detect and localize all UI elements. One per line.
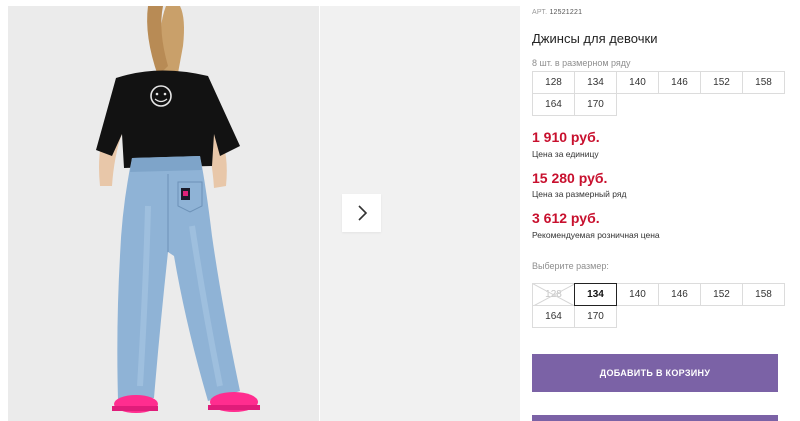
- size-row-table: 128 134 140 146 152 158 164 170: [532, 71, 785, 116]
- unit-price: 1 910 руб.: [532, 129, 600, 145]
- size-row-cell: 158: [742, 71, 785, 94]
- size-row-cell: 170: [574, 93, 617, 116]
- size-row-cell: 128: [532, 71, 575, 94]
- size-option-140[interactable]: 140: [616, 283, 659, 306]
- chevron-right-icon: [357, 205, 367, 221]
- size-selector: 128 134 140 146 152 158 164 170: [532, 283, 785, 328]
- retail-price: 3 612 руб.: [532, 210, 600, 226]
- size-option-146[interactable]: 146: [658, 283, 701, 306]
- product-photo[interactable]: [8, 6, 319, 421]
- size-option-170[interactable]: 170: [574, 305, 617, 328]
- add-to-cart-button[interactable]: ДОБАВИТЬ В КОРЗИНУ: [532, 354, 778, 392]
- size-row-cell: 146: [658, 71, 701, 94]
- size-row-cell: 140: [616, 71, 659, 94]
- size-option-158[interactable]: 158: [742, 283, 785, 306]
- article-value: 12521221: [549, 9, 583, 16]
- size-row-note: 8 шт. в размерном ряду: [532, 58, 631, 68]
- choose-size-label: Выберите размер:: [532, 261, 609, 271]
- unit-price-label: Цена за единицу: [532, 149, 599, 159]
- article-number: АРТ. 12521221: [532, 9, 582, 16]
- row-price-label: Цена за размерный ряд: [532, 189, 627, 199]
- gallery-next-button[interactable]: [342, 194, 381, 232]
- retail-price-label: Рекомендуемая розничная цена: [532, 230, 660, 240]
- article-label: АРТ.: [532, 9, 548, 16]
- product-gallery: [0, 0, 520, 421]
- size-option-152[interactable]: 152: [700, 283, 743, 306]
- size-row-cell: 164: [532, 93, 575, 116]
- jeans-model-illustration: [8, 6, 319, 421]
- size-row-cell: 152: [700, 71, 743, 94]
- row-price: 15 280 руб.: [532, 170, 608, 186]
- size-row-cell: 134: [574, 71, 617, 94]
- product-title: Джинсы для девочки: [532, 31, 658, 46]
- size-option-164[interactable]: 164: [532, 305, 575, 328]
- size-option-134[interactable]: 134: [574, 283, 617, 306]
- secondary-action-button[interactable]: [532, 415, 778, 421]
- size-option-128: 128: [532, 283, 575, 306]
